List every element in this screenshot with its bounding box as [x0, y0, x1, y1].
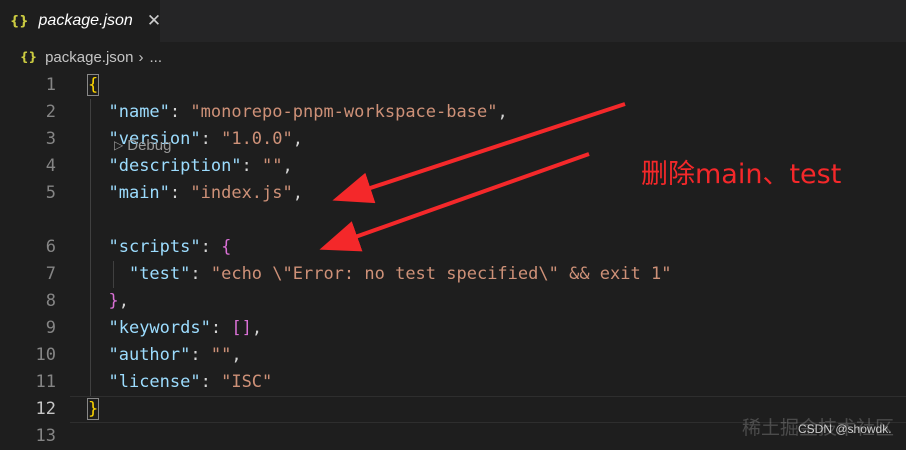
annotation-arrows: [319, 102, 626, 252]
arrow-to-main: [332, 102, 626, 204]
watermark-credit: CSDN @showdk.: [798, 422, 892, 436]
arrow-to-scripts: [319, 152, 590, 252]
annotation-text: 删除main、test: [641, 159, 842, 190]
